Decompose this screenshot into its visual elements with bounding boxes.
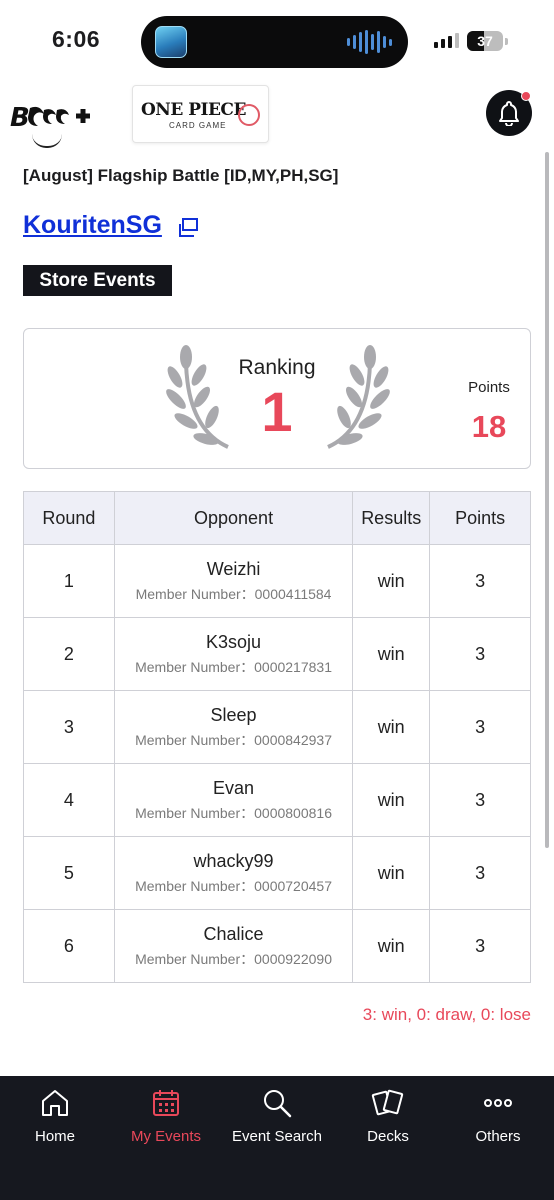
app-header: B ONE PIECE CARD GAME xyxy=(0,82,554,144)
table-row: 4 Evan Member Number：0000800816 win 3 xyxy=(23,763,531,837)
external-link-icon[interactable] xyxy=(177,218,199,238)
result-cell: win xyxy=(352,617,431,691)
opponent-member-number: Member Number：0000720457 xyxy=(135,877,332,894)
notifications-button[interactable] xyxy=(486,90,532,136)
points-value: 18 xyxy=(471,409,507,444)
opponent-cell: K3soju Member Number：0000217831 xyxy=(113,617,354,691)
nav-item-decks[interactable]: Decks xyxy=(333,1086,443,1145)
battery-level: 37 xyxy=(477,33,493,49)
scrollbar[interactable] xyxy=(545,152,549,848)
home-icon xyxy=(42,1090,68,1116)
round-cell: 6 xyxy=(23,909,115,983)
round-cell: 5 xyxy=(23,836,115,910)
table-row: 2 K3soju Member Number：0000217831 win 3 xyxy=(23,617,531,691)
column-header-round: Round xyxy=(23,491,115,545)
result-cell: win xyxy=(352,544,431,618)
status-bar: 6:06 37 xyxy=(0,0,554,82)
nav-item-home[interactable]: Home xyxy=(0,1086,110,1145)
round-cell: 1 xyxy=(23,544,115,618)
nav-label: Decks xyxy=(367,1128,409,1145)
opponent-member-number: Member Number：0000922090 xyxy=(135,950,332,967)
logo-ring-icon xyxy=(238,104,260,126)
column-header-opponent: Opponent xyxy=(113,491,354,545)
search-icon xyxy=(264,1090,292,1118)
result-cell: win xyxy=(352,690,431,764)
event-title: [August] Flagship Battle [ID,MY,PH,SG] xyxy=(23,166,339,185)
one-piece-card-game-logo[interactable]: ONE PIECE CARD GAME xyxy=(132,85,269,143)
table-row: 3 Sleep Member Number：0000842937 win 3 xyxy=(23,690,531,764)
nav-item-my-events[interactable]: My Events xyxy=(111,1086,221,1145)
round-cell: 4 xyxy=(23,763,115,837)
column-header-points: Points xyxy=(429,491,531,545)
opponent-member-number: Member Number：0000217831 xyxy=(135,658,332,675)
store-link[interactable]: KouritenSG xyxy=(23,211,162,240)
notification-badge xyxy=(521,91,531,101)
result-cell: win xyxy=(352,836,431,910)
points-label: Points xyxy=(468,379,510,396)
battery-tip xyxy=(505,38,508,45)
round-cell: 2 xyxy=(23,617,115,691)
audio-wave-icon xyxy=(347,30,392,54)
nav-label: My Events xyxy=(130,1128,202,1145)
now-playing-app-icon[interactable] xyxy=(155,26,187,58)
more-icon xyxy=(484,1099,512,1107)
points-cell: 3 xyxy=(429,836,531,910)
nav-item-others[interactable]: Others xyxy=(443,1086,553,1145)
opponent-member-number: Member Number：0000411584 xyxy=(135,585,332,602)
opponent-member-number: Member Number：0000800816 xyxy=(135,804,332,821)
opponent-name: whacky99 xyxy=(193,850,274,871)
results-table: Round Opponent Results Points 1 Weizhi M… xyxy=(23,491,531,983)
opponent-cell: Weizhi Member Number：0000411584 xyxy=(113,544,354,618)
column-header-results: Results xyxy=(352,491,431,545)
opponent-name: Evan xyxy=(213,777,255,798)
points-legend: 3: win, 0: draw, 0: lose xyxy=(362,1005,531,1024)
opponent-name: Sleep xyxy=(210,704,257,725)
cards-icon xyxy=(371,1089,404,1116)
bottom-nav: Home My Events Event Search Decks Others xyxy=(0,1076,554,1200)
cellular-signal-icon xyxy=(434,33,459,48)
opponent-cell: Evan Member Number：0000800816 xyxy=(113,763,354,837)
avatar xyxy=(32,134,62,148)
table-header-row: Round Opponent Results Points xyxy=(23,491,531,545)
nav-label: Home xyxy=(34,1128,75,1145)
table-row: 1 Weizhi Member Number：0000411584 win 3 xyxy=(23,544,531,618)
nav-item-event-search[interactable]: Event Search xyxy=(222,1086,332,1145)
nav-label: Event Search xyxy=(231,1128,323,1145)
opponent-cell: Chalice Member Number：0000922090 xyxy=(113,909,354,983)
opponent-name: Weizhi xyxy=(206,558,261,579)
opponent-name: K3soju xyxy=(206,631,262,652)
laurel-right-icon xyxy=(327,345,390,449)
round-cell: 3 xyxy=(23,690,115,764)
table-row: 5 whacky99 Member Number：0000720457 win … xyxy=(23,836,531,910)
svg-text:B: B xyxy=(10,103,29,132)
logo-subtitle: CARD GAME xyxy=(169,121,227,130)
dynamic-island[interactable] xyxy=(141,16,408,68)
points-cell: 3 xyxy=(429,909,531,983)
bell-icon xyxy=(499,101,519,126)
points-cell: 3 xyxy=(429,763,531,837)
status-time: 6:06 xyxy=(52,26,101,52)
opponent-name: Chalice xyxy=(203,923,264,944)
ranking-card: Ranking 1 Points 18 xyxy=(23,328,531,469)
table-row: 6 Chalice Member Number：0000922090 win 3 xyxy=(23,909,531,983)
calendar-icon xyxy=(153,1090,179,1116)
opponent-member-number: Member Number：0000842937 xyxy=(135,731,332,748)
nav-label: Others xyxy=(475,1128,521,1145)
points-cell: 3 xyxy=(429,690,531,764)
points-cell: 3 xyxy=(429,544,531,618)
store-events-tag: Store Events xyxy=(23,265,172,296)
points-cell: 3 xyxy=(429,617,531,691)
battery-icon: 37 xyxy=(467,31,503,51)
opponent-cell: Sleep Member Number：0000842937 xyxy=(113,690,354,764)
result-cell: win xyxy=(352,763,431,837)
logo-title: ONE PIECE xyxy=(141,100,246,120)
result-cell: win xyxy=(352,909,431,983)
opponent-cell: whacky99 Member Number：0000720457 xyxy=(113,836,354,910)
